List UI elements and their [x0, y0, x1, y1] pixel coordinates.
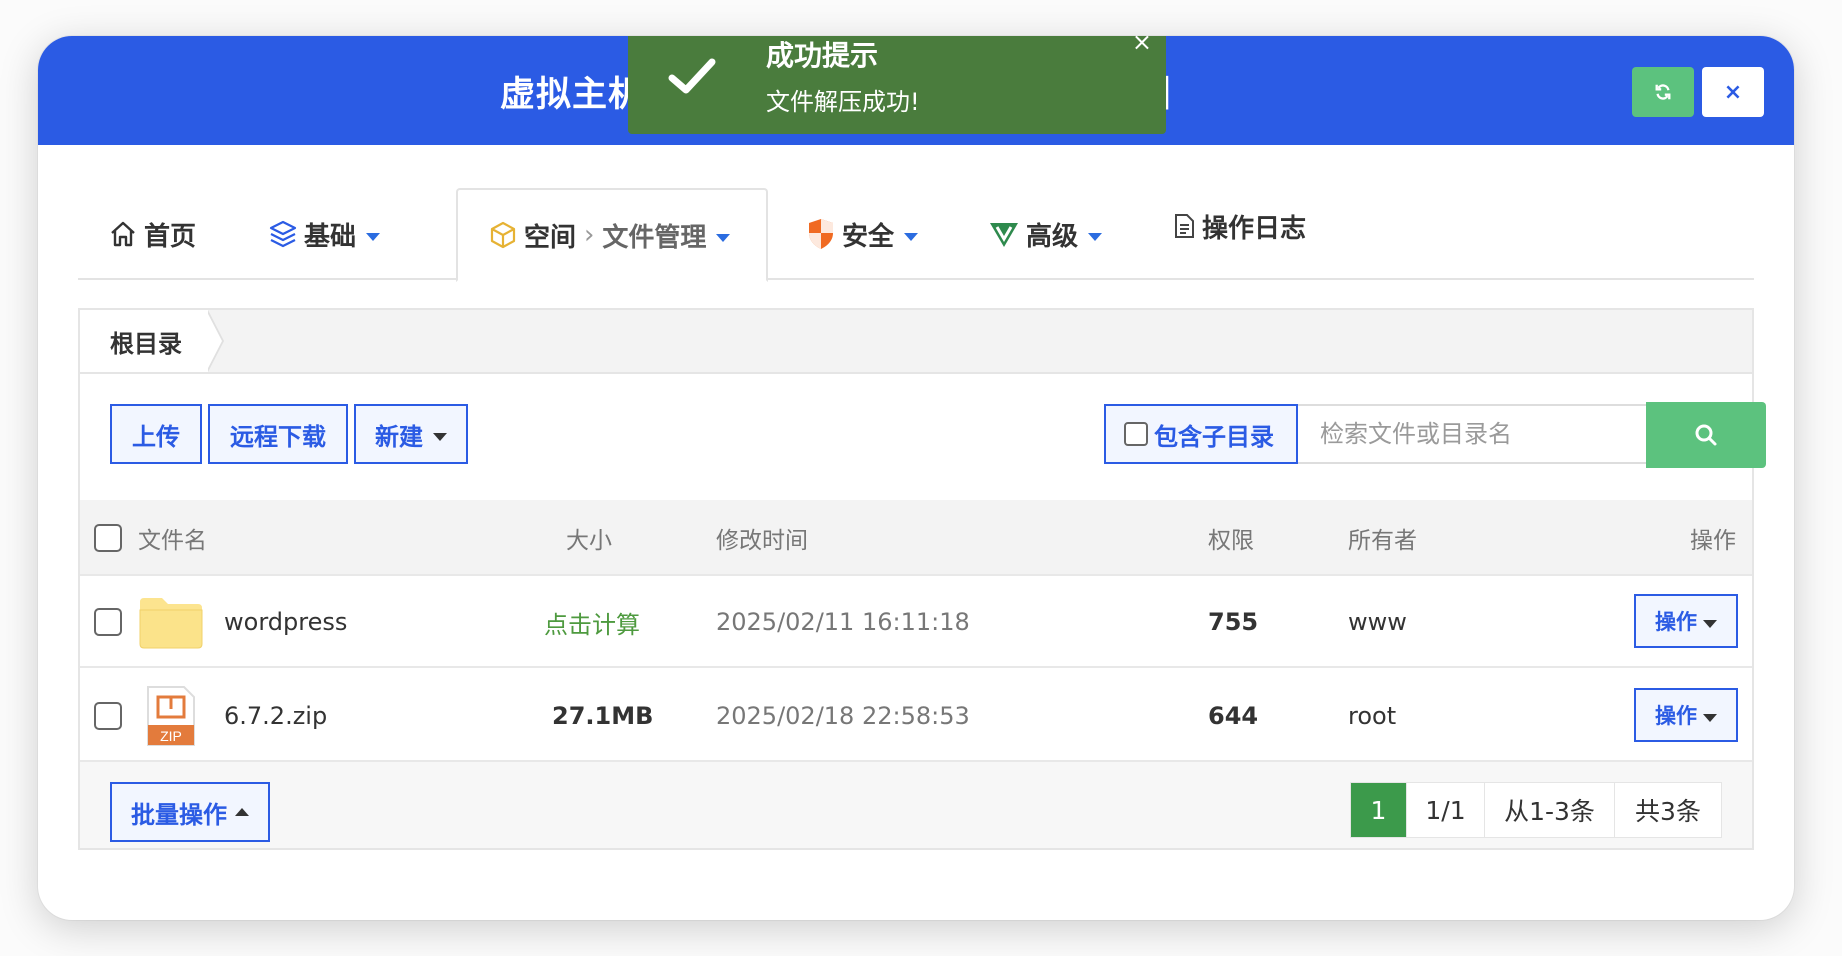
header-name[interactable]: 文件名	[138, 500, 207, 576]
file-perm[interactable]: 644	[1208, 670, 1258, 762]
row-checkbox[interactable]	[94, 702, 122, 730]
header-owner: 所有者	[1348, 528, 1417, 554]
header-mtime[interactable]: 修改时间	[716, 500, 808, 576]
tab-operation-log-label: 操作日志	[1202, 213, 1307, 244]
breadcrumb: 根目录	[80, 310, 1752, 374]
success-toast: 成功提示 文件解压成功! ×	[628, 28, 1166, 134]
file-mtime: 2025/02/18 22:58:53	[716, 702, 970, 730]
header-size[interactable]: 大小	[566, 500, 612, 576]
close-icon: ×	[1723, 79, 1743, 105]
toast-message: 文件解压成功!	[766, 88, 920, 116]
chevron-down-icon	[716, 234, 731, 242]
search-button[interactable]	[1646, 402, 1766, 468]
toast-title: 成功提示	[766, 39, 879, 72]
file-name[interactable]: wordpress	[224, 576, 347, 668]
breadcrumb-root[interactable]: 根目录	[80, 310, 208, 372]
tab-basic[interactable]: 基础	[268, 188, 381, 280]
include-subdir-toggle[interactable]: 包含子目录	[1104, 404, 1298, 464]
file-owner: root	[1348, 702, 1397, 730]
calc-size-link[interactable]: 点击计算	[544, 576, 640, 668]
chevron-down-icon	[433, 433, 447, 441]
tab-security-label: 安全	[842, 221, 895, 252]
refresh-button[interactable]	[1632, 67, 1694, 117]
pagination: 1 1/1 从1-3条 共3条	[1350, 782, 1722, 838]
breadcrumb-arrow	[206, 310, 222, 372]
chevron-up-icon	[235, 808, 249, 816]
select-all-checkbox[interactable]	[94, 524, 122, 552]
chevron-down-icon	[1703, 620, 1717, 628]
box-icon	[488, 220, 518, 250]
tab-home[interactable]: 首页	[108, 188, 196, 280]
file-perm[interactable]: 755	[1208, 576, 1258, 668]
new-button[interactable]: 新建	[354, 404, 468, 464]
page-current[interactable]: 1	[1351, 783, 1407, 837]
file-mtime: 2025/02/11 16:11:18	[716, 608, 970, 636]
tab-operation-log[interactable]: 操作日志	[1172, 180, 1306, 272]
include-subdir-label: 包含子目录	[1154, 422, 1274, 451]
batch-operation-label: 批量操作	[131, 800, 227, 829]
page-range: 从1-3条	[1485, 783, 1615, 837]
table-footer: 批量操作 1 1/1 从1-3条 共3条	[80, 762, 1752, 848]
file-size: 27.1MB	[552, 702, 654, 730]
svg-text:ZIP: ZIP	[160, 728, 182, 744]
table-row[interactable]: wordpress 点击计算 2025/02/11 16:11:18 755 w…	[80, 576, 1752, 668]
dialog-window: 虚拟主机面 】 × 首页 基础 空间 › 文件管理 安全 高级 操作日志 根目录…	[38, 36, 1794, 920]
tab-space[interactable]: 空间 › 文件管理	[456, 188, 768, 282]
layers-icon	[268, 219, 298, 249]
new-button-label: 新建	[375, 422, 423, 451]
page-count: 1/1	[1407, 783, 1485, 837]
v-badge-icon	[988, 219, 1020, 249]
tab-advanced[interactable]: 高级	[988, 188, 1103, 280]
refresh-icon	[1655, 84, 1671, 100]
file-manager-panel: 根目录 上传 远程下载 新建 包含子目录 文件名 大小 修改时间 权限 所有者	[78, 308, 1766, 850]
folder-icon	[138, 576, 204, 668]
home-icon	[108, 219, 138, 249]
row-op-label: 操作	[1655, 704, 1697, 728]
row-checkbox[interactable]	[94, 608, 122, 636]
shield-icon	[806, 217, 836, 251]
search-icon	[1695, 424, 1717, 446]
nav-tabs: 首页 基础 空间 › 文件管理 安全 高级 操作日志	[78, 188, 1754, 282]
chevron-down-icon	[1088, 233, 1103, 241]
tab-space-label: 空间	[524, 222, 577, 253]
row-op-button[interactable]: 操作	[1634, 594, 1738, 648]
tab-home-label: 首页	[144, 221, 197, 252]
close-button[interactable]: ×	[1702, 67, 1764, 117]
row-op-label: 操作	[1655, 610, 1697, 634]
include-subdir-checkbox[interactable]	[1124, 422, 1148, 446]
tab-file-manager-label: 文件管理	[602, 222, 707, 253]
header-perm: 权限	[1208, 528, 1254, 554]
tab-basic-label: 基础	[304, 221, 357, 252]
table-row[interactable]: ZIP 6.7.2.zip 27.1MB 2025/02/18 22:58:53…	[80, 670, 1752, 762]
header-ops: 操作	[1690, 528, 1736, 554]
upload-button[interactable]: 上传	[110, 404, 202, 464]
zip-file-icon: ZIP	[144, 670, 198, 762]
chevron-down-icon	[904, 233, 919, 241]
document-icon	[1172, 213, 1196, 239]
batch-operation-button[interactable]: 批量操作	[110, 782, 270, 842]
chevron-down-icon	[1703, 714, 1717, 722]
file-owner: www	[1348, 608, 1407, 636]
file-name[interactable]: 6.7.2.zip	[224, 670, 327, 762]
check-icon	[668, 58, 716, 94]
table-header: 文件名 大小 修改时间 权限 所有者 操作	[80, 500, 1752, 576]
page-total: 共3条	[1615, 783, 1721, 837]
search-group: 包含子目录	[1104, 404, 1648, 464]
chevron-down-icon	[366, 233, 381, 241]
tab-security[interactable]: 安全	[806, 188, 919, 280]
toast-close-icon[interactable]: ×	[1132, 28, 1152, 56]
tab-advanced-label: 高级	[1026, 221, 1079, 252]
row-op-button[interactable]: 操作	[1634, 688, 1738, 742]
remote-download-button[interactable]: 远程下载	[208, 404, 348, 464]
breadcrumb-separator: ›	[584, 220, 595, 250]
search-input[interactable]	[1302, 406, 1646, 462]
